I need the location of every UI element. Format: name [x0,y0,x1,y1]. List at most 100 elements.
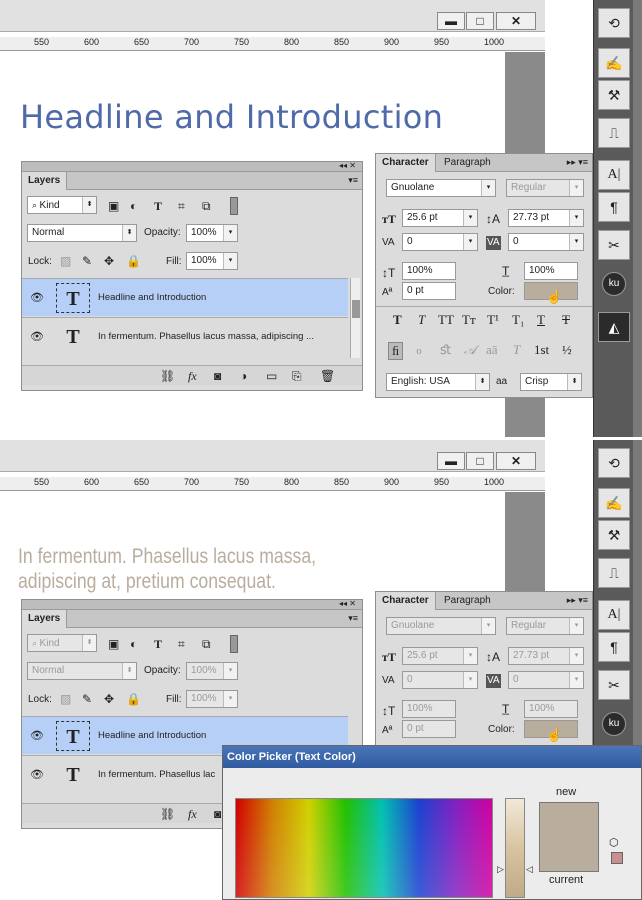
color-field[interactable] [235,798,493,898]
discretionary-ligature-button[interactable]: ﬆ [440,342,451,358]
adjustment-icon[interactable]: ◑ [240,369,247,383]
font-family-select[interactable]: Gnuolane ▾ [386,179,496,197]
shape-filter-icon[interactable]: ⌗ [178,199,185,213]
superscript-button[interactable]: T¹ [487,312,499,328]
paragraph-icon[interactable]: ¶ [598,632,630,662]
tools-icon[interactable]: ✂ [598,230,630,260]
stylistic-alternates-button[interactable]: aā [486,342,498,358]
tab-character[interactable]: Character [376,592,436,610]
fill-field[interactable]: 100% ▾ [186,690,238,708]
tracking-field[interactable]: 0 ▾ [508,671,584,689]
font-size-field[interactable]: 25.6 pt ▾ [402,647,478,665]
clone-source-icon[interactable]: ⎍ [598,118,630,148]
image-filter-icon[interactable]: ▣ [108,637,119,651]
panel-menu-icon[interactable]: ▾≡ [348,613,358,624]
character-icon[interactable]: A| [598,600,630,630]
opacity-field[interactable]: 100% ▾ [186,662,238,680]
link-icon[interactable]: ⛓ [160,369,175,383]
slider-right-arrow-icon[interactable]: ◁ [526,864,533,875]
canvas-headline[interactable]: Headline and Introduction [20,98,443,136]
vertical-scale-field[interactable]: 100% [402,700,456,718]
layers-scrollbar[interactable] [350,278,360,358]
leading-field[interactable]: 27.73 pt ▾ [508,647,584,665]
panel-menu-icon[interactable]: ▾≡ [348,175,358,186]
type-filter-icon[interactable]: T [154,199,162,213]
layer-name[interactable]: Headline and Introduction [98,292,206,303]
tab-paragraph[interactable]: Paragraph [438,592,497,610]
clone-source-icon[interactable]: ⎍ [598,558,630,588]
maximize-button[interactable]: □ [466,452,494,470]
brush-icon[interactable]: ✍ [598,48,630,78]
fx-icon[interactable]: fx [188,369,197,383]
blend-mode-select[interactable]: Normal ⬍ [27,662,137,680]
behance-icon[interactable]: ◭ [598,312,630,342]
smart-object-filter-icon[interactable]: ⧉ [202,637,211,651]
kuler-icon[interactable]: ku [602,272,626,296]
fx-icon[interactable]: fx [188,807,197,821]
panel-titlebar[interactable]: ◂◂ ✕ [22,599,362,610]
visibility-eye-icon[interactable]: 👁 [30,729,44,742]
blend-mode-select[interactable]: Normal ⬍ [27,224,137,242]
font-size-field[interactable]: 25.6 pt ▾ [402,209,478,227]
all-caps-button[interactable]: TT [438,312,454,328]
tab-layers[interactable]: Layers [22,610,68,628]
paragraph-icon[interactable]: ¶ [598,192,630,222]
filter-toggle[interactable] [230,635,238,653]
minimize-button[interactable]: ▬ [437,452,465,470]
filter-kind-select[interactable]: ⌕ Kind ⬍ [27,196,97,214]
visibility-eye-icon[interactable]: 👁 [30,291,44,304]
lock-all-icon[interactable]: 🔒 [126,692,141,706]
history-icon[interactable]: ⟲ [598,8,630,38]
link-icon[interactable]: ⛓ [160,807,175,821]
mask-icon[interactable]: ◙ [214,369,221,383]
slider-left-arrow-icon[interactable]: ▷ [497,864,504,875]
visibility-eye-icon[interactable]: 👁 [30,330,44,343]
brush-presets-icon[interactable]: ⚒ [598,80,630,110]
horizontal-scale-field[interactable]: 100% [524,262,578,280]
close-button[interactable]: ✕ [496,12,536,30]
adjustment-filter-icon[interactable]: ◐ [130,199,137,213]
kerning-field[interactable]: 0 ▾ [402,671,478,689]
adjustment-filter-icon[interactable]: ◐ [130,637,137,651]
horizontal-scale-field[interactable]: 100% [524,700,578,718]
lock-paint-icon[interactable]: ✎ [82,692,92,706]
filter-toggle[interactable] [230,197,238,215]
underline-button[interactable]: T [537,312,545,328]
lock-transparent-icon[interactable]: ▨ [60,254,71,268]
swash-button[interactable]: 𝒜 [464,342,476,358]
lock-position-icon[interactable]: ✥ [104,254,114,268]
character-icon[interactable]: A| [598,160,630,190]
type-filter-icon[interactable]: T [154,637,162,651]
font-family-select[interactable]: Gnuolane ▾ [386,617,496,635]
antialias-select[interactable]: Crisp ⬍ [520,373,582,391]
tab-layers[interactable]: Layers [22,172,68,190]
tracking-field[interactable]: 0 ▾ [508,233,584,251]
ordinals-button[interactable]: 1st [534,342,549,358]
vertical-scale-field[interactable]: 100% [402,262,456,280]
visibility-eye-icon[interactable]: 👁 [30,768,44,781]
layer-name[interactable]: In fermentum. Phasellus lac [98,769,215,780]
subscript-button[interactable]: T₁ [512,312,524,328]
titling-button[interactable]: T [513,342,520,358]
tab-paragraph[interactable]: Paragraph [438,154,497,172]
web-safe-swatch[interactable] [611,852,623,864]
hue-slider[interactable] [505,798,525,898]
ligature-button[interactable]: ﬁ [388,342,404,360]
font-style-select[interactable]: Regular ▾ [506,617,584,635]
brush-icon[interactable]: ✍ [598,488,630,518]
faux-italic-button[interactable]: T [418,312,425,328]
brush-presets-icon[interactable]: ⚒ [598,520,630,550]
lock-all-icon[interactable]: 🔒 [126,254,141,268]
new-layer-icon[interactable]: ⎘ [292,369,302,383]
panel-menu-icon[interactable]: ▸▸ ▾≡ [567,595,588,606]
close-button[interactable]: ✕ [496,452,536,470]
minimize-button[interactable]: ▬ [437,12,465,30]
lock-paint-icon[interactable]: ✎ [82,254,92,268]
canvas-body-text[interactable]: In fermentum. Phasellus lacus massa, adi… [18,544,316,594]
lock-position-icon[interactable]: ✥ [104,692,114,706]
language-select[interactable]: English: USA ⬍ [386,373,490,391]
mask-icon[interactable]: ◙ [214,807,221,821]
smart-object-filter-icon[interactable]: ⧉ [202,199,211,213]
baseline-shift-field[interactable]: 0 pt [402,720,456,738]
trash-icon[interactable]: 🗑 [320,369,335,383]
